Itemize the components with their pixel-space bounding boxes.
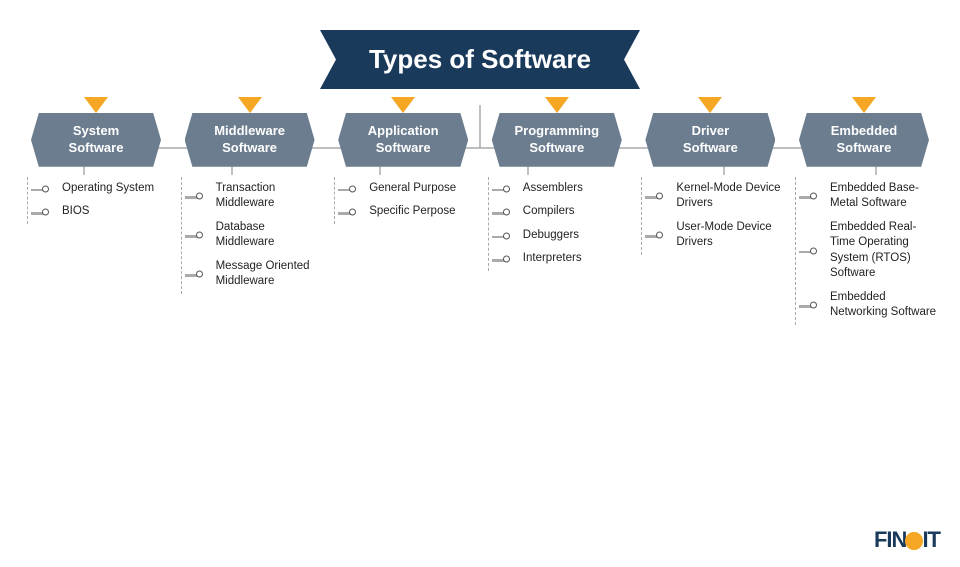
finoit-logo: FIN IT — [874, 527, 940, 553]
list-item: Transaction Middleware — [186, 177, 325, 216]
list-item: Message Oriented Middleware — [186, 255, 325, 294]
column-embedded: EmbeddedSoftware Embedded Base-Metal Sof… — [790, 97, 938, 325]
list-item: Assemblers — [493, 177, 632, 201]
columns-row: SystemSoftware Operating System BIOS Mid… — [10, 97, 950, 325]
column-middleware: MiddlewareSoftware Transaction Middlewar… — [176, 97, 324, 294]
catbox-embedded-label: EmbeddedSoftware — [831, 123, 897, 157]
catbox-programming: ProgrammingSoftware — [492, 113, 622, 167]
catbox-embedded: EmbeddedSoftware — [799, 113, 929, 167]
list-item: Kernel-Mode Device Drivers — [646, 177, 785, 216]
items-application: General Purpose Specific Perpose — [334, 177, 482, 224]
column-application: ApplicationSoftware General Purpose Spec… — [329, 97, 477, 224]
list-item: Specific Perpose — [339, 200, 478, 224]
arrow-system — [84, 97, 108, 113]
arrow-programming — [545, 97, 569, 113]
items-programming: Assemblers Compilers Debuggers Interpret… — [488, 177, 636, 271]
list-item: Embedded Base-Metal Software — [800, 177, 939, 216]
arrow-embedded — [852, 97, 876, 113]
list-item: General Purpose — [339, 177, 478, 201]
items-embedded: Embedded Base-Metal Software Embedded Re… — [795, 177, 943, 325]
arrow-application — [391, 97, 415, 113]
column-programming: ProgrammingSoftware Assemblers Compilers… — [483, 97, 631, 271]
logo-o — [905, 532, 923, 550]
main-title: Types of Software — [320, 30, 640, 89]
list-item: Compilers — [493, 200, 632, 224]
logo-fin: FIN — [874, 527, 906, 552]
catbox-driver: DriverSoftware — [645, 113, 775, 167]
catbox-system: SystemSoftware — [31, 113, 161, 167]
list-item: Operating System — [32, 177, 171, 201]
catbox-middleware: MiddlewareSoftware — [185, 113, 315, 167]
items-driver: Kernel-Mode Device Drivers User-Mode Dev… — [641, 177, 789, 255]
list-item: Debuggers — [493, 224, 632, 248]
catbox-driver-label: DriverSoftware — [683, 123, 738, 157]
catbox-system-label: SystemSoftware — [69, 123, 124, 157]
arrow-middleware — [238, 97, 262, 113]
catbox-middleware-label: MiddlewareSoftware — [214, 123, 285, 157]
catbox-application-label: ApplicationSoftware — [368, 123, 439, 157]
list-item: Embedded Real-Time Operating System (RTO… — [800, 216, 939, 286]
items-system: Operating System BIOS — [27, 177, 175, 224]
list-item: User-Mode Device Drivers — [646, 216, 785, 255]
items-middleware: Transaction Middleware Database Middlewa… — [181, 177, 329, 294]
arrow-driver — [698, 97, 722, 113]
catbox-application: ApplicationSoftware — [338, 113, 468, 167]
column-driver: DriverSoftware Kernel-Mode Device Driver… — [636, 97, 784, 255]
list-item: BIOS — [32, 200, 171, 224]
logo-it: IT — [922, 527, 940, 552]
list-item: Database Middleware — [186, 216, 325, 255]
catbox-programming-label: ProgrammingSoftware — [515, 123, 600, 157]
list-item: Interpreters — [493, 247, 632, 271]
list-item: Embedded Networking Software — [800, 286, 939, 325]
diagram-container: Types of Software SystemSoftware Operati… — [0, 0, 960, 567]
column-system: SystemSoftware Operating System BIOS — [22, 97, 170, 224]
